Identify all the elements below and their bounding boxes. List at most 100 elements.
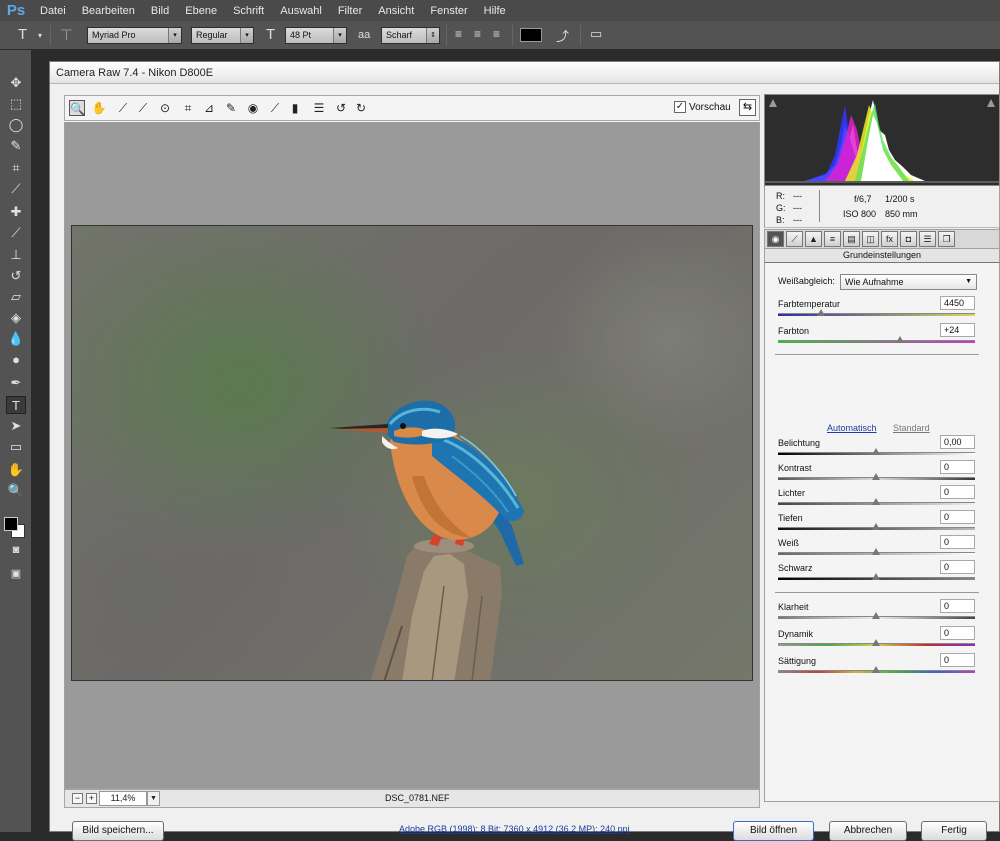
foreground-color-swatch[interactable] [4, 517, 18, 531]
paint-bucket-tool-icon[interactable]: ◈ [6, 309, 26, 327]
exposure-slider-thumb[interactable] [872, 448, 881, 455]
hand-tool-icon[interactable]: ✋ [91, 100, 107, 116]
brush-tool-icon[interactable]: ⟋ [6, 224, 26, 242]
temperature-slider-thumb[interactable] [816, 309, 826, 316]
tint-slider[interactable] [778, 340, 975, 343]
pen-tool-icon[interactable]: ✒ [6, 374, 26, 392]
shadows-slider-thumb[interactable] [872, 523, 881, 530]
quick-select-tool-icon[interactable]: ✎ [6, 137, 26, 155]
preset-dropdown-icon[interactable]: ▾ [38, 31, 42, 40]
tab-hsl-icon[interactable]: ≡ [824, 231, 841, 247]
rotate-right-icon[interactable]: ↻ [353, 100, 369, 116]
highlights-slider-thumb[interactable] [872, 498, 881, 505]
antialias-select[interactable]: Scharf ⇕ [381, 27, 440, 44]
healing-brush-tool-icon[interactable]: ✚ [6, 203, 26, 221]
warp-text-icon[interactable]: ⤴ [556, 26, 569, 45]
eyedropper-tool-icon[interactable]: ⟋ [6, 180, 26, 198]
tab-camera-calibration-icon[interactable]: ◘ [900, 231, 917, 247]
crop-tool-icon[interactable]: ⌗ [180, 100, 196, 116]
graduated-filter-icon[interactable]: ▮ [287, 100, 303, 116]
screen-mode-icon[interactable]: ▣ [6, 565, 26, 583]
vibrance-value[interactable]: 0 [940, 626, 975, 640]
contrast-slider-thumb[interactable] [872, 473, 881, 480]
align-center-icon[interactable]: ≡ [474, 27, 481, 41]
tab-effects-icon[interactable]: fx [881, 231, 898, 247]
preferences-icon[interactable]: ☰ [311, 100, 327, 116]
font-size-select[interactable]: 48 Pt ▾ [285, 27, 347, 44]
tint-value[interactable]: +24 [940, 323, 975, 337]
menu-datei[interactable]: Datei [32, 5, 74, 17]
vibrance-slider-thumb[interactable] [872, 639, 881, 646]
type-tool-icon[interactable]: T [6, 396, 26, 414]
contrast-value[interactable]: 0 [940, 460, 975, 474]
panels-toggle-icon[interactable]: ▭ [590, 26, 602, 42]
zoom-out-button[interactable]: − [72, 793, 83, 804]
saturation-value[interactable]: 0 [940, 653, 975, 667]
menu-bild[interactable]: Bild [143, 5, 177, 17]
whites-value[interactable]: 0 [940, 535, 975, 549]
blur-tool-icon[interactable]: 💧 [6, 330, 26, 348]
red-eye-tool-icon[interactable]: ◉ [245, 100, 261, 116]
tab-basic-icon[interactable]: ◉ [767, 231, 784, 247]
adjustment-brush-icon[interactable]: ⟋ [267, 100, 283, 116]
tab-snapshots-icon[interactable]: ❐ [938, 231, 955, 247]
workflow-options-link[interactable]: Adobe RGB (1998); 8 Bit; 7360 x 4912 (36… [399, 824, 630, 834]
dodge-tool-icon[interactable]: ● [6, 351, 26, 369]
menu-bearbeiten[interactable]: Bearbeiten [74, 5, 143, 17]
orientation-toggle-icon[interactable]: ⊤ [60, 26, 73, 44]
spot-removal-tool-icon[interactable]: ✎ [223, 100, 239, 116]
align-left-icon[interactable]: ≡ [455, 27, 462, 41]
preview-checkbox[interactable]: ✓ [674, 101, 686, 113]
white-balance-select[interactable]: Wie Aufnahme ▼ [840, 274, 977, 290]
menu-filter[interactable]: Filter [330, 5, 370, 17]
hand-tool-icon[interactable]: ✋ [6, 461, 26, 479]
temperature-value[interactable]: 4450 [940, 296, 975, 310]
white-balance-tool-icon[interactable]: ⟋ [115, 100, 131, 116]
tab-split-toning-icon[interactable]: ▤ [843, 231, 860, 247]
move-tool-icon[interactable]: ✥ [6, 74, 26, 92]
cancel-button[interactable]: Abbrechen [829, 821, 907, 841]
tab-tone-curve-icon[interactable]: ⟋ [786, 231, 803, 247]
tab-detail-icon[interactable]: ▲ [805, 231, 822, 247]
tint-slider-thumb[interactable] [895, 336, 905, 343]
whites-slider-thumb[interactable] [872, 548, 881, 555]
exposure-value[interactable]: 0,00 [940, 435, 975, 449]
quick-mask-icon[interactable]: ◙ [6, 541, 26, 559]
marquee-tool-icon[interactable]: ⬚ [6, 95, 26, 113]
save-image-button[interactable]: Bild speichern... [72, 821, 164, 841]
straighten-tool-icon[interactable]: ⊿ [201, 100, 217, 116]
zoom-tool-icon[interactable]: 🔍 [69, 100, 85, 116]
menu-ebene[interactable]: Ebene [177, 5, 225, 17]
zoom-tool-icon[interactable]: 🔍 [6, 482, 26, 500]
shadows-value[interactable]: 0 [940, 510, 975, 524]
history-brush-tool-icon[interactable]: ↺ [6, 267, 26, 285]
menu-fenster[interactable]: Fenster [422, 5, 475, 17]
zoom-in-button[interactable]: + [86, 793, 97, 804]
color-sampler-tool-icon[interactable]: ⟋ [135, 100, 151, 116]
clarity-slider-thumb[interactable] [872, 612, 881, 619]
rectangle-tool-icon[interactable]: ▭ [6, 438, 26, 456]
highlights-value[interactable]: 0 [940, 485, 975, 499]
menu-schrift[interactable]: Schrift [225, 5, 272, 17]
preview-canvas[interactable] [64, 122, 760, 789]
zoom-level-field[interactable]: 11,4% [99, 791, 147, 806]
saturation-slider-thumb[interactable] [872, 666, 881, 673]
tab-lens-corrections-icon[interactable]: ◫ [862, 231, 879, 247]
temperature-slider[interactable] [778, 313, 975, 316]
path-selection-tool-icon[interactable]: ➤ [6, 417, 26, 435]
align-right-icon[interactable]: ≡ [493, 27, 500, 41]
crop-tool-icon[interactable]: ⌗ [6, 159, 26, 177]
eraser-tool-icon[interactable]: ▱ [6, 288, 26, 306]
tab-presets-icon[interactable]: ☰ [919, 231, 936, 247]
done-button[interactable]: Fertig [921, 821, 987, 841]
menu-hilfe[interactable]: Hilfe [476, 5, 514, 17]
font-style-select[interactable]: Regular ▾ [191, 27, 254, 44]
blacks-value[interactable]: 0 [940, 560, 975, 574]
blacks-slider-thumb[interactable] [872, 573, 881, 580]
font-family-select[interactable]: Myriad Pro ▾ [87, 27, 182, 44]
menu-auswahl[interactable]: Auswahl [272, 5, 330, 17]
rotate-left-icon[interactable]: ↺ [333, 100, 349, 116]
clarity-value[interactable]: 0 [940, 599, 975, 613]
menu-ansicht[interactable]: Ansicht [370, 5, 422, 17]
zoom-level-dropdown[interactable]: ▼ [147, 791, 160, 806]
